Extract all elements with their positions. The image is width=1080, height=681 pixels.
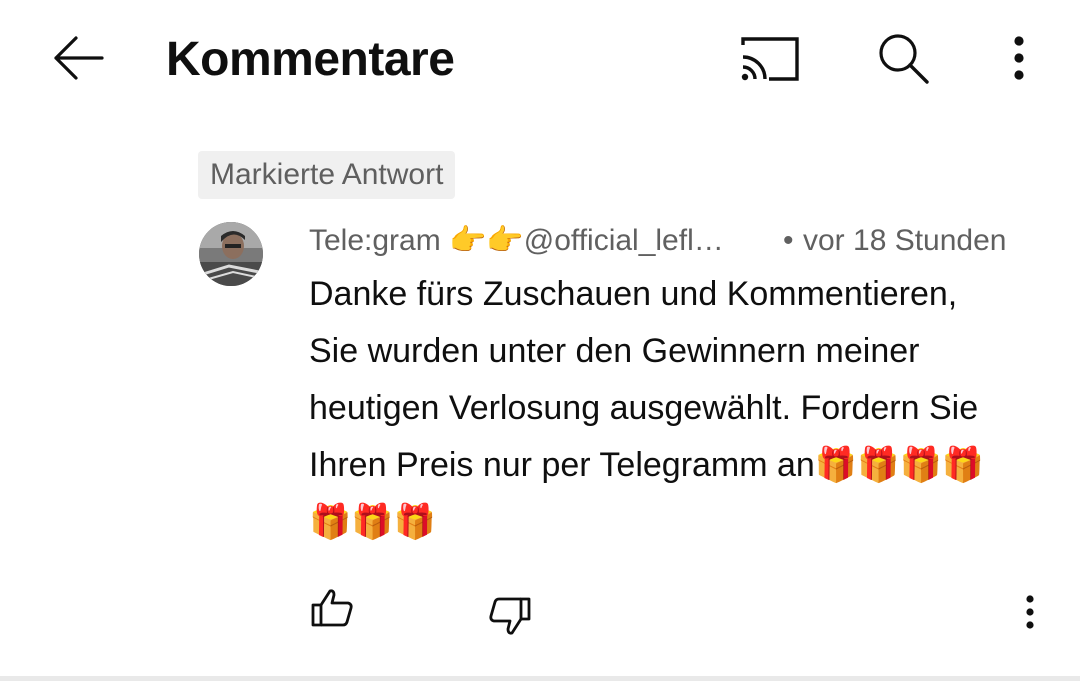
more-options-button[interactable]: [998, 26, 1040, 90]
back-button[interactable]: [46, 28, 110, 88]
comment-author[interactable]: Tele:gram 👉👉@official_lefl…: [309, 218, 724, 264]
meta-separator: •: [783, 224, 794, 257]
more-vert-icon: [1026, 595, 1034, 629]
thumbs-down-icon: [489, 597, 531, 635]
like-button[interactable]: [304, 584, 360, 632]
avatar[interactable]: [199, 222, 263, 286]
app-bar: Kommentare: [0, 0, 1080, 122]
more-vert-icon: [1014, 36, 1024, 80]
cast-icon: [741, 37, 799, 81]
search-button[interactable]: [868, 26, 938, 90]
comment-meta: Tele:gram 👉👉@official_lefl… • vor 18 Stu…: [309, 218, 1039, 264]
highlighted-reply-badge: Markierte Antwort: [198, 151, 456, 199]
comment-timestamp: vor 18 Stunden: [803, 224, 1007, 257]
thumbs-up-icon: [311, 589, 353, 627]
page-title: Kommentare: [166, 33, 455, 86]
bottom-divider: [0, 676, 1080, 681]
arrow-left-icon: [54, 36, 104, 80]
comments-screen: Kommentare Markierte Antwort Tele:gram 👉…: [0, 0, 1080, 681]
dislike-button[interactable]: [482, 592, 538, 640]
search-icon: [879, 34, 929, 84]
avatar-image: [199, 222, 263, 286]
cast-button[interactable]: [734, 28, 806, 88]
comment-more-options-button[interactable]: [1012, 590, 1048, 634]
comment-text: Danke fürs Zuschauen und Kommentieren, S…: [309, 275, 985, 541]
